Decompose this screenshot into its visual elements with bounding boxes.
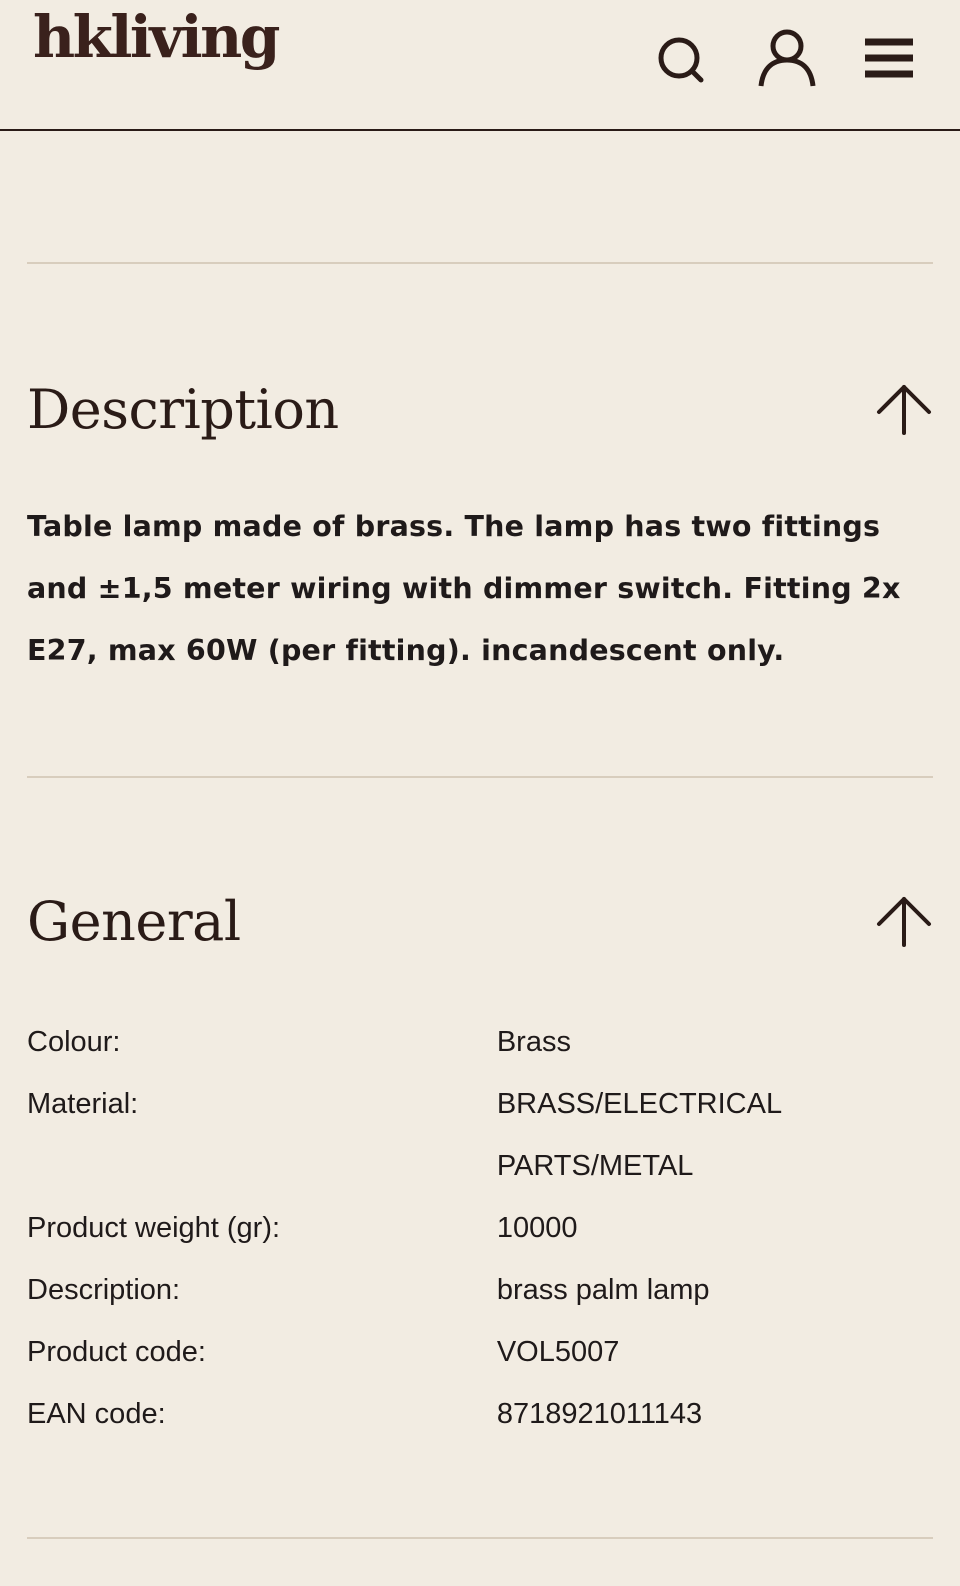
spec-row: EAN code: 8718921011143 [27, 1383, 933, 1445]
spec-value: brass palm lamp [496, 1274, 710, 1306]
spec-label: Product code: [27, 1336, 206, 1368]
spec-row: Description: brass palm lamp [27, 1259, 933, 1321]
spec-row: Product code: VOL5007 [27, 1321, 933, 1383]
general-section-toggle[interactable]: General [27, 887, 933, 957]
arrow-up-icon[interactable] [875, 381, 933, 439]
description-title: Description [27, 378, 339, 441]
spec-label: EAN code: [27, 1398, 166, 1430]
spec-row: Colour: Brass [27, 1011, 933, 1073]
site-header: hkliving [0, 0, 960, 131]
spec-label: Material: [27, 1088, 139, 1120]
arrow-up-icon[interactable] [875, 893, 933, 951]
search-icon[interactable] [655, 28, 719, 92]
spec-value: BRASS/ELECTRICAL PARTS/METAL [496, 1088, 781, 1182]
account-icon[interactable] [755, 28, 819, 92]
description-text: Table lamp made of brass. The lamp has t… [27, 510, 901, 667]
spec-value: 8718921011143 [496, 1398, 703, 1430]
spec-label: Colour: [27, 1026, 121, 1058]
general-title: General [27, 890, 241, 953]
section-divider [27, 1537, 933, 1539]
spec-value: 10000 [496, 1212, 578, 1244]
spec-value: Brass [496, 1026, 571, 1058]
spec-label: Product weight (gr): [27, 1212, 281, 1244]
spec-row: Material: BRASS/ELECTRICAL PARTS/METAL [27, 1073, 933, 1197]
section-divider [27, 262, 933, 264]
description-section-toggle[interactable]: Description [27, 375, 933, 445]
spec-table: Colour: Brass Material: BRASS/ELECTRICAL… [27, 1011, 933, 1445]
spec-row: Product weight (gr): 10000 [27, 1197, 933, 1259]
spec-label: Description: [27, 1274, 181, 1306]
spec-value: VOL5007 [496, 1336, 620, 1368]
menu-icon[interactable] [865, 28, 929, 92]
section-divider [27, 776, 933, 778]
hkliving-logo[interactable]: hkliving [33, 8, 280, 66]
